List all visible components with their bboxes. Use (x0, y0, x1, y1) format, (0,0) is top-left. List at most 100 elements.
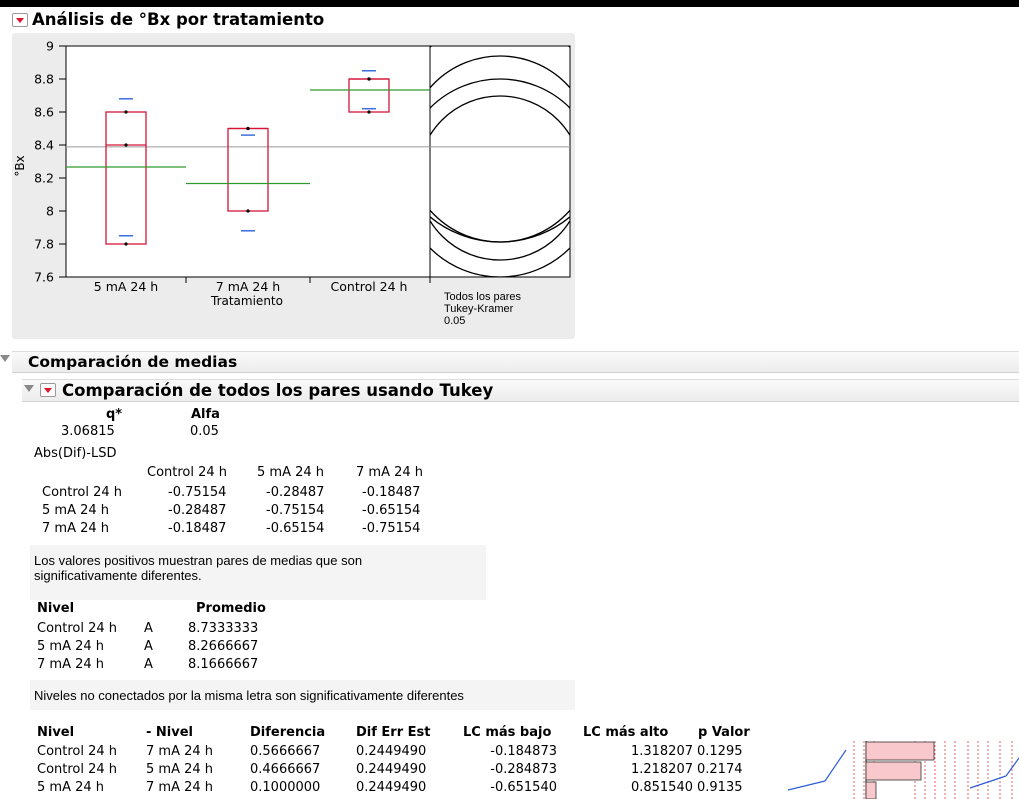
y-axis-label: °Bx (13, 155, 27, 176)
mini-bar (865, 741, 935, 761)
data-point (124, 242, 128, 246)
section-tukey[interactable]: Comparación de todos los pares usando Tu… (22, 379, 1019, 402)
data-point (367, 110, 371, 114)
alfa-header: Alfa (191, 407, 220, 422)
diff-cell: 0.2449490 (356, 762, 427, 777)
mini-bar (865, 781, 877, 799)
data-point (124, 110, 128, 114)
diff-header: - Nivel (146, 725, 194, 740)
y-tick-label: 8.4 (34, 138, 54, 153)
diff-cell: Control 24 h (37, 762, 118, 777)
q-value: 3.06815 (61, 424, 115, 439)
diff-cell: 0.9135 (697, 780, 743, 795)
diff-header: LC más alto (583, 725, 669, 740)
promedio-header: Promedio (196, 601, 266, 616)
q-header: q* (106, 407, 123, 422)
x-axis: 5 mA 24 h 7 mA 24 h Control 24 h (94, 277, 431, 294)
diff-graphics (787, 741, 1019, 799)
diff-cell: 7 mA 24 h (146, 744, 214, 759)
data-point (367, 77, 371, 81)
diff-header: Dif Err Est (356, 725, 431, 740)
diff-cell: -0.184873 (490, 744, 557, 759)
diff-cell: 0.5666667 (250, 744, 321, 759)
matrix-cell: -0.18487 (362, 485, 421, 500)
diff-cell: 0.1000000 (250, 780, 321, 795)
letters-letter: A (144, 657, 153, 672)
matrix-cell: -0.75154 (168, 485, 227, 500)
legend-line: 0.05 (444, 315, 466, 327)
mini-line (824, 749, 847, 782)
data-point (124, 143, 128, 147)
letters-nivel: 5 mA 24 h (37, 639, 105, 654)
abs-dif-label: Abs(Dif)-LSD (34, 446, 117, 461)
matrix-cell: -0.75154 (362, 521, 421, 536)
y-tick-label: 9 (46, 39, 54, 54)
diff-cell: 1.218207 (630, 762, 693, 777)
y-tick-label: 8 (46, 204, 54, 219)
matrix-cell: -0.18487 (168, 521, 227, 536)
diff-cell: 0.2174 (697, 762, 743, 777)
matrix-header: 5 mA 24 h (257, 465, 325, 480)
diff-header: Diferencia (250, 725, 326, 740)
data-point (246, 209, 250, 213)
note-letters: Niveles no conectados por la misma letra… (30, 680, 575, 710)
plot-frame (65, 45, 431, 278)
section-title: Comparación de medias (28, 353, 238, 371)
diff-cell: 0.1295 (697, 744, 743, 759)
letters-promedio: 8.7333333 (188, 621, 259, 636)
compare-circles-legend: Todos los pares Tukey-Kramer 0.05 (444, 291, 521, 327)
note-line: significativamente diferentes. (34, 568, 202, 583)
y-axis: 9 8.8 8.6 8.4 8.2 8 7.8 7.6 (34, 39, 66, 285)
section-title: Comparación de todos los pares usando Tu… (62, 381, 494, 400)
diff-header: p Valor (698, 725, 750, 740)
data-point (246, 126, 250, 131)
y-tick-label: 8.2 (34, 171, 54, 186)
y-tick-label: 7.8 (34, 237, 54, 252)
diff-cell: -0.284873 (490, 762, 557, 777)
matrix-header: Control 24 h (147, 465, 228, 480)
diff-cell: 0.4666667 (250, 762, 321, 777)
diff-header: Nivel (37, 725, 75, 740)
mini-line (787, 780, 826, 791)
matrix-cell: -0.65154 (362, 503, 421, 518)
diff-cell: 5 mA 24 h (146, 762, 214, 777)
diff-cell: 0.851540 (630, 780, 693, 795)
x-axis-label: Tratamiento (210, 294, 283, 308)
y-tick-label: 8.6 (34, 105, 54, 120)
diff-cell: Control 24 h (37, 744, 118, 759)
matrix-cell: -0.65154 (266, 521, 325, 536)
letters-promedio: 8.1666667 (188, 657, 259, 672)
diff-header: LC más bajo (463, 725, 552, 740)
matrix-row-label: Control 24 h (42, 485, 123, 500)
note-line: Los valores positivos muestran pares de … (34, 553, 363, 568)
disclosure-icon[interactable] (24, 385, 34, 392)
diff-cell: 5 mA 24 h (37, 780, 105, 795)
red-triangle-menu-icon[interactable] (40, 383, 56, 397)
diff-cell: 0.2449490 (356, 744, 427, 759)
letters-letter: A (144, 621, 153, 636)
letters-promedio: 8.2666667 (188, 639, 259, 654)
section-comparacion-medias[interactable]: Comparación de medias (0, 351, 1019, 373)
legend-line: Todos los pares (444, 291, 522, 303)
nivel-header: Nivel (37, 601, 75, 616)
note-positive-values: Los valores positivos muestran pares de … (30, 545, 486, 600)
letters-nivel: Control 24 h (37, 621, 118, 636)
matrix-header: 7 mA 24 h (356, 465, 424, 480)
alfa-value: 0.05 (190, 424, 219, 439)
diff-cell: 7 mA 24 h (146, 780, 214, 795)
matrix-cell: -0.28487 (266, 485, 325, 500)
diff-cell: 0.2449490 (356, 780, 427, 795)
matrix-row-label: 5 mA 24 h (42, 503, 110, 518)
diff-cell: -0.651540 (490, 780, 557, 795)
note-line: Niveles no conectados por la misma letra… (34, 688, 464, 703)
x-tick-label: Control 24 h (331, 279, 408, 294)
legend-line: Tukey-Kramer (444, 303, 514, 315)
y-tick-label: 8.8 (34, 72, 54, 87)
mini-line (1005, 757, 1019, 777)
matrix-row-label: 7 mA 24 h (42, 521, 110, 536)
disclosure-icon[interactable] (0, 355, 10, 362)
letters-letter: A (144, 639, 153, 654)
y-tick-label: 7.6 (34, 270, 54, 285)
diff-cell: 1.318207 (630, 744, 693, 759)
letters-nivel: 7 mA 24 h (37, 657, 105, 672)
